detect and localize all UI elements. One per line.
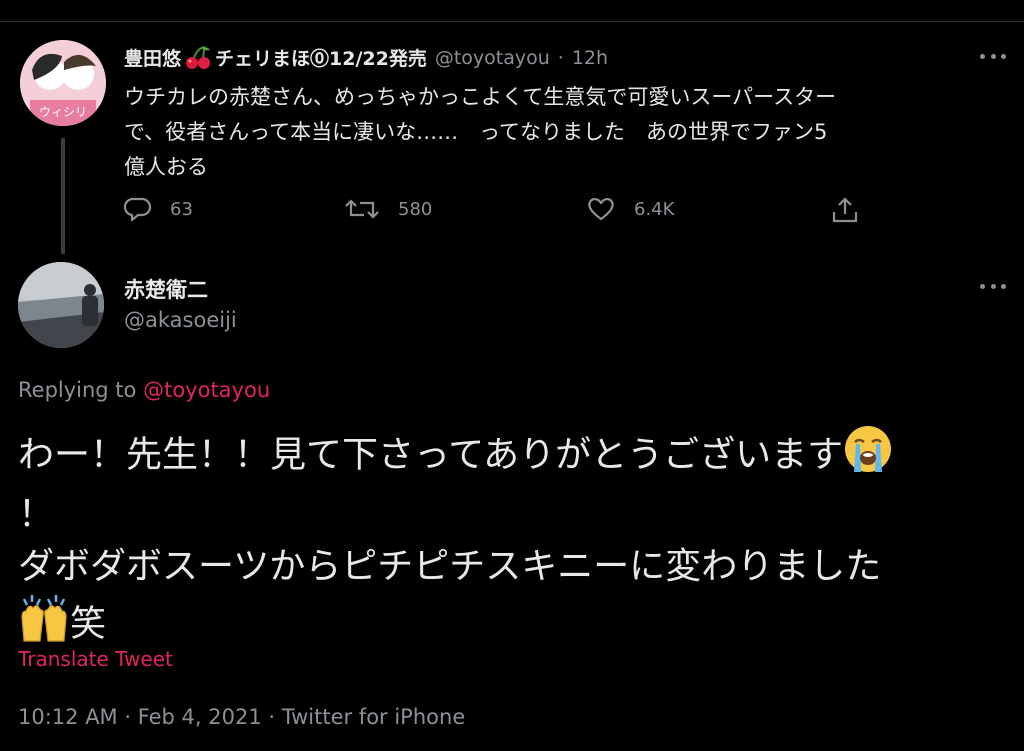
translate-tweet-link[interactable]: Translate Tweet: [18, 647, 173, 671]
parent-author-name[interactable]: 豊田悠: [124, 44, 181, 71]
parent-tweet-text: ウチカレの赤楚さん、めっちゃかっこよくて生意気で可愛いスーパースター で、役者さ…: [124, 80, 1004, 185]
like-button[interactable]: 6.4K: [586, 196, 674, 222]
reply-more-icon[interactable]: [980, 284, 1006, 294]
reply-count: 63: [170, 198, 193, 220]
replying-prefix: Replying to: [18, 378, 137, 402]
share-button[interactable]: [830, 196, 878, 224]
reply-avatar[interactable]: [18, 262, 104, 348]
replying-mention-link[interactable]: @toyotayou: [143, 378, 270, 402]
avatar-illustration: ウィシリ: [20, 40, 106, 126]
svg-text:ウィシリ: ウィシリ: [39, 105, 87, 119]
parent-action-bar: 63 580 6.4K: [124, 196, 864, 226]
parent-author-name-suffix[interactable]: チェリまほ⓪12/22発売: [215, 44, 427, 71]
parent-more-icon[interactable]: [980, 54, 1006, 64]
retweet-count: 580: [398, 198, 433, 220]
reply-text-line-2: ！: [18, 494, 55, 535]
parent-separator: ·: [557, 46, 564, 69]
retweet-icon: [345, 199, 379, 219]
like-count: 6.4K: [634, 198, 675, 220]
parent-header: 豊田悠 チェリまほ⓪12/22発売 @toyotayou · 12h: [124, 44, 608, 71]
reply-text-line-3: ダボダボスーツからピチピチスキニーに変わりました: [18, 546, 882, 587]
parent-avatar[interactable]: ウィシリ: [20, 40, 106, 126]
reply-text-line-1: わー！先生！！見て下さってありがとうございます: [18, 434, 844, 476]
reply-icon: [124, 197, 152, 222]
parent-text-line: で、役者さんって本当に凄いな…… ってなりました あの世界でファン5: [124, 120, 828, 144]
parent-time[interactable]: 12h: [572, 47, 608, 69]
parent-handle[interactable]: @toyotayou: [435, 47, 550, 69]
cherry-emoji: [183, 45, 213, 70]
reply-button[interactable]: 63: [124, 196, 193, 222]
parent-text-line: ウチカレの赤楚さん、めっちゃかっこよくて生意気で可愛いスーパースター: [124, 85, 837, 109]
avatar-photo: [18, 262, 104, 348]
parent-text-line: 億人おる: [124, 155, 208, 179]
thread-connector: [61, 138, 65, 254]
reply-text-line-4: 笑: [70, 603, 107, 645]
heart-icon: [588, 198, 614, 221]
reply-tweet-text: わー！先生！！見て下さってありがとうございます ！ ダボダボスーツからピチピチス…: [18, 424, 1008, 658]
retweet-button[interactable]: 580: [344, 196, 432, 222]
tweet-meta[interactable]: 10:12 AM · Feb 4, 2021 · Twitter for iPh…: [18, 705, 465, 729]
reply-author-name[interactable]: 赤楚衛二: [124, 274, 208, 304]
reply-handle[interactable]: @akasoeiji: [124, 308, 237, 332]
replying-to: Replying to @toyotayou: [18, 378, 270, 402]
share-icon: [832, 197, 858, 223]
loudly-crying-face-emoji: [843, 424, 893, 489]
reply-text-line: わー！先生！！見て下さってありがとうございます: [18, 424, 1008, 489]
